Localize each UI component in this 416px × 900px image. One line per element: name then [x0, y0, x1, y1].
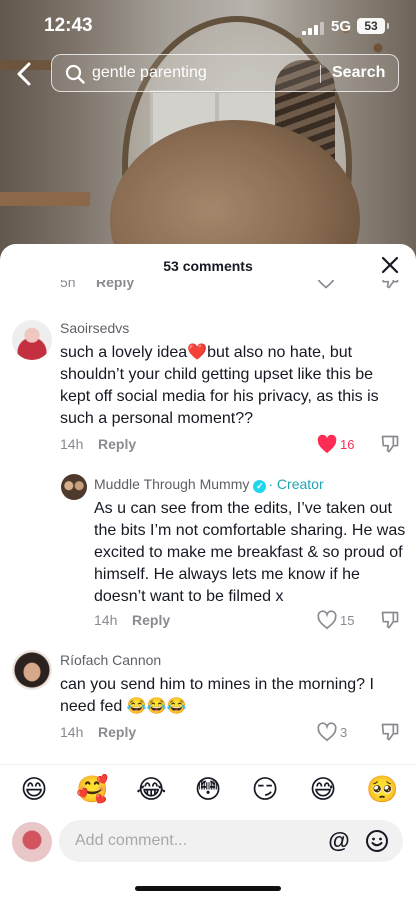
- previous-comment-meta: 5h Reply: [0, 280, 416, 294]
- signal-icon: [302, 21, 324, 35]
- emoji-joy-button[interactable]: 😂: [136, 775, 166, 805]
- comment-time: 14h: [94, 612, 118, 628]
- search-query[interactable]: gentle parenting: [92, 64, 207, 82]
- comment-text: such a lovely idea❤️but also no hate, bu…: [60, 344, 379, 427]
- comment-text: can you send him to mines in the morning…: [60, 676, 374, 715]
- like-count: 3: [340, 725, 348, 740]
- status-time: 12:43: [44, 15, 93, 36]
- chevron-left-icon: [17, 62, 31, 86]
- comment-username[interactable]: Ríofach Cannon: [60, 652, 161, 668]
- emoji-grin-button[interactable]: 😄: [19, 775, 49, 805]
- heart-outline-icon[interactable]: [316, 280, 336, 290]
- emoji-pleading-button[interactable]: 🥺: [366, 775, 398, 805]
- reply-button[interactable]: Reply: [132, 612, 170, 628]
- search-field[interactable]: gentle parenting Search: [51, 54, 399, 92]
- emoji-smirk-button[interactable]: 😏: [250, 775, 280, 805]
- search-button[interactable]: Search: [332, 64, 385, 82]
- comment-username[interactable]: Muddle Through Mummy ✓ · Creator: [94, 476, 324, 493]
- close-icon: [381, 256, 399, 274]
- network-type: 5G: [331, 18, 352, 35]
- avatar[interactable]: [61, 474, 87, 500]
- emoji-icon[interactable]: [365, 829, 389, 853]
- creator-tag: · Creator: [268, 476, 324, 492]
- comment-time: 14h: [60, 724, 84, 740]
- reply-button[interactable]: Reply: [98, 724, 136, 740]
- home-indicator: [135, 886, 281, 891]
- emoji-quick-bar: 😄 🥰 😂 😳 😏 😅 🥺: [0, 764, 416, 816]
- previous-reply-button[interactable]: Reply: [96, 280, 134, 290]
- comment-input[interactable]: [75, 820, 315, 862]
- mention-button[interactable]: @: [327, 829, 351, 853]
- search-icon: [65, 64, 85, 84]
- previous-comment-time: 5h: [60, 280, 76, 290]
- dislike-icon[interactable]: [380, 280, 400, 290]
- back-button[interactable]: [12, 60, 38, 88]
- comment-username[interactable]: Saoirsedvs: [60, 320, 129, 336]
- dislike-icon[interactable]: [380, 610, 400, 630]
- avatar[interactable]: [12, 650, 52, 690]
- reply-button[interactable]: Reply: [98, 436, 136, 452]
- search-divider: [320, 65, 321, 83]
- like-count: 15: [340, 613, 355, 628]
- emoji-sweat-smile-button[interactable]: 😅: [308, 775, 338, 805]
- battery-icon: 53: [357, 18, 389, 34]
- heart-filled-icon: [317, 434, 337, 454]
- close-button[interactable]: [380, 255, 400, 275]
- comment-time: 14h: [60, 436, 84, 452]
- like-button[interactable]: 15: [316, 610, 356, 630]
- dislike-icon[interactable]: [380, 434, 400, 454]
- emoji-flushed-button[interactable]: 😳: [193, 775, 223, 805]
- like-count: 16: [340, 437, 355, 452]
- like-button[interactable]: 16: [316, 434, 356, 454]
- emoji-hearts-button[interactable]: 🥰: [76, 775, 108, 805]
- heart-outline-icon: [317, 722, 337, 742]
- comments-count-title: 53 comments: [163, 258, 253, 274]
- status-bar: 12:43 5G 53: [0, 0, 416, 52]
- like-button[interactable]: 3: [316, 722, 356, 742]
- dislike-icon[interactable]: [380, 722, 400, 742]
- verified-badge-icon: ✓: [253, 480, 267, 493]
- avatar[interactable]: [12, 320, 52, 360]
- comment-text: As u can see from the edits, I’ve taken …: [94, 500, 406, 605]
- heart-outline-icon: [317, 610, 337, 630]
- comment-input-container[interactable]: @: [59, 820, 403, 862]
- creator-username[interactable]: Muddle Through Mummy: [94, 476, 249, 492]
- my-avatar[interactable]: [12, 822, 52, 862]
